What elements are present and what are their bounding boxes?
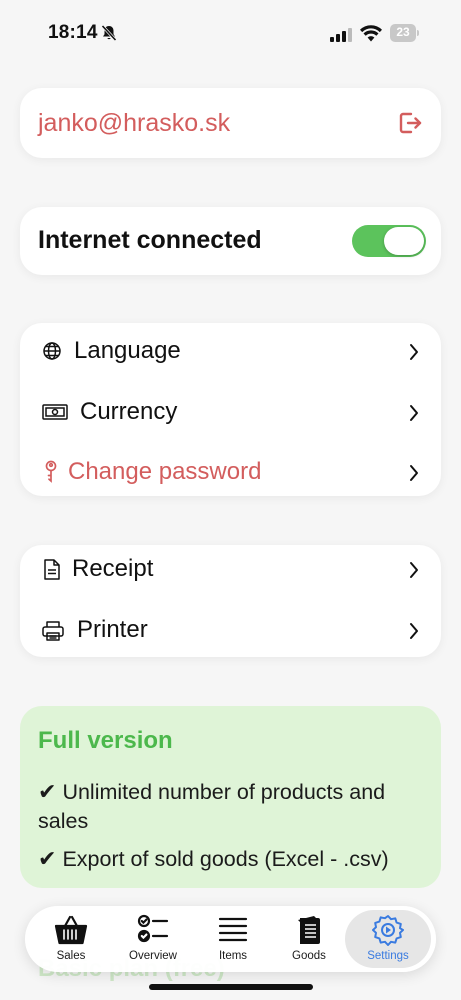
tab-label: Overview <box>129 950 177 962</box>
menu-item-label: Change password <box>68 458 262 485</box>
notebook-icon <box>296 914 322 951</box>
menu-item-language[interactable]: Language <box>20 323 441 383</box>
internet-card: Internet connected <box>20 207 441 275</box>
chevron-right-icon <box>409 622 419 645</box>
basket-icon <box>54 914 88 951</box>
banknote-icon <box>42 404 68 425</box>
account-card: janko@hrasko.sk <box>20 88 441 158</box>
checkmark-icon: ✔ <box>38 779 57 804</box>
internet-toggle[interactable] <box>352 225 426 257</box>
checkmark-icon: ✔ <box>38 846 57 871</box>
chevron-right-icon <box>409 404 419 427</box>
tab-label: Settings <box>367 950 409 962</box>
settings-group-devices: Receipt Printer <box>20 545 441 657</box>
menu-item-currency[interactable]: Currency <box>20 384 441 444</box>
wifi-icon <box>360 25 382 47</box>
tab-items[interactable]: Items <box>195 906 271 972</box>
battery-indicator: 23 <box>390 24 420 42</box>
home-indicator <box>149 984 313 990</box>
menu-item-change-password[interactable]: Change password <box>20 444 441 504</box>
account-email: janko@hrasko.sk <box>38 109 231 137</box>
tab-sales[interactable]: Sales <box>31 906 111 972</box>
checklist-icon <box>137 914 169 949</box>
gear-icon <box>372 914 404 951</box>
tab-label: Sales <box>56 950 86 962</box>
tab-settings[interactable]: Settings <box>345 910 431 968</box>
tab-label: Items <box>218 950 248 962</box>
feature-item: ✔ Unlimited number of products and sales <box>38 777 418 836</box>
list-icon <box>218 914 248 949</box>
logout-icon[interactable] <box>397 110 423 141</box>
feature-item: ✔ Export of sold goods (Excel - .csv) <box>38 844 418 874</box>
status-bar: 18:14 23 <box>0 0 461 70</box>
tab-bar: Sales Overview Items Goods Settings <box>25 906 436 972</box>
menu-item-label: Currency <box>80 398 178 425</box>
internet-label: Internet connected <box>38 226 262 254</box>
globe-icon <box>42 341 62 366</box>
status-time: 18:14 <box>48 22 98 43</box>
chevron-right-icon <box>409 343 419 366</box>
full-version-card[interactable]: Full version ✔ Unlimited number of produc… <box>20 706 441 888</box>
tab-label: Goods <box>292 950 326 962</box>
signal-icon <box>330 28 352 47</box>
key-icon <box>44 460 58 489</box>
menu-item-label: Receipt <box>72 555 154 582</box>
chevron-right-icon <box>409 464 419 487</box>
bell-muted-icon <box>100 24 118 47</box>
menu-item-receipt[interactable]: Receipt <box>20 541 441 601</box>
document-icon <box>44 559 60 585</box>
tab-goods[interactable]: Goods <box>271 906 347 972</box>
menu-item-label: Printer <box>77 616 148 643</box>
feature-text: Export of sold goods (Excel - .csv) <box>62 847 389 871</box>
menu-item-printer[interactable]: Printer <box>20 602 441 662</box>
chevron-right-icon <box>409 561 419 584</box>
feature-text: Unlimited number of products and sales <box>38 780 386 833</box>
tab-overview[interactable]: Overview <box>111 906 195 972</box>
printer-icon <box>42 621 64 646</box>
menu-item-label: Language <box>74 337 181 364</box>
settings-group-general: Language Currency Change password <box>20 323 441 496</box>
full-version-title: Full version <box>38 727 173 754</box>
